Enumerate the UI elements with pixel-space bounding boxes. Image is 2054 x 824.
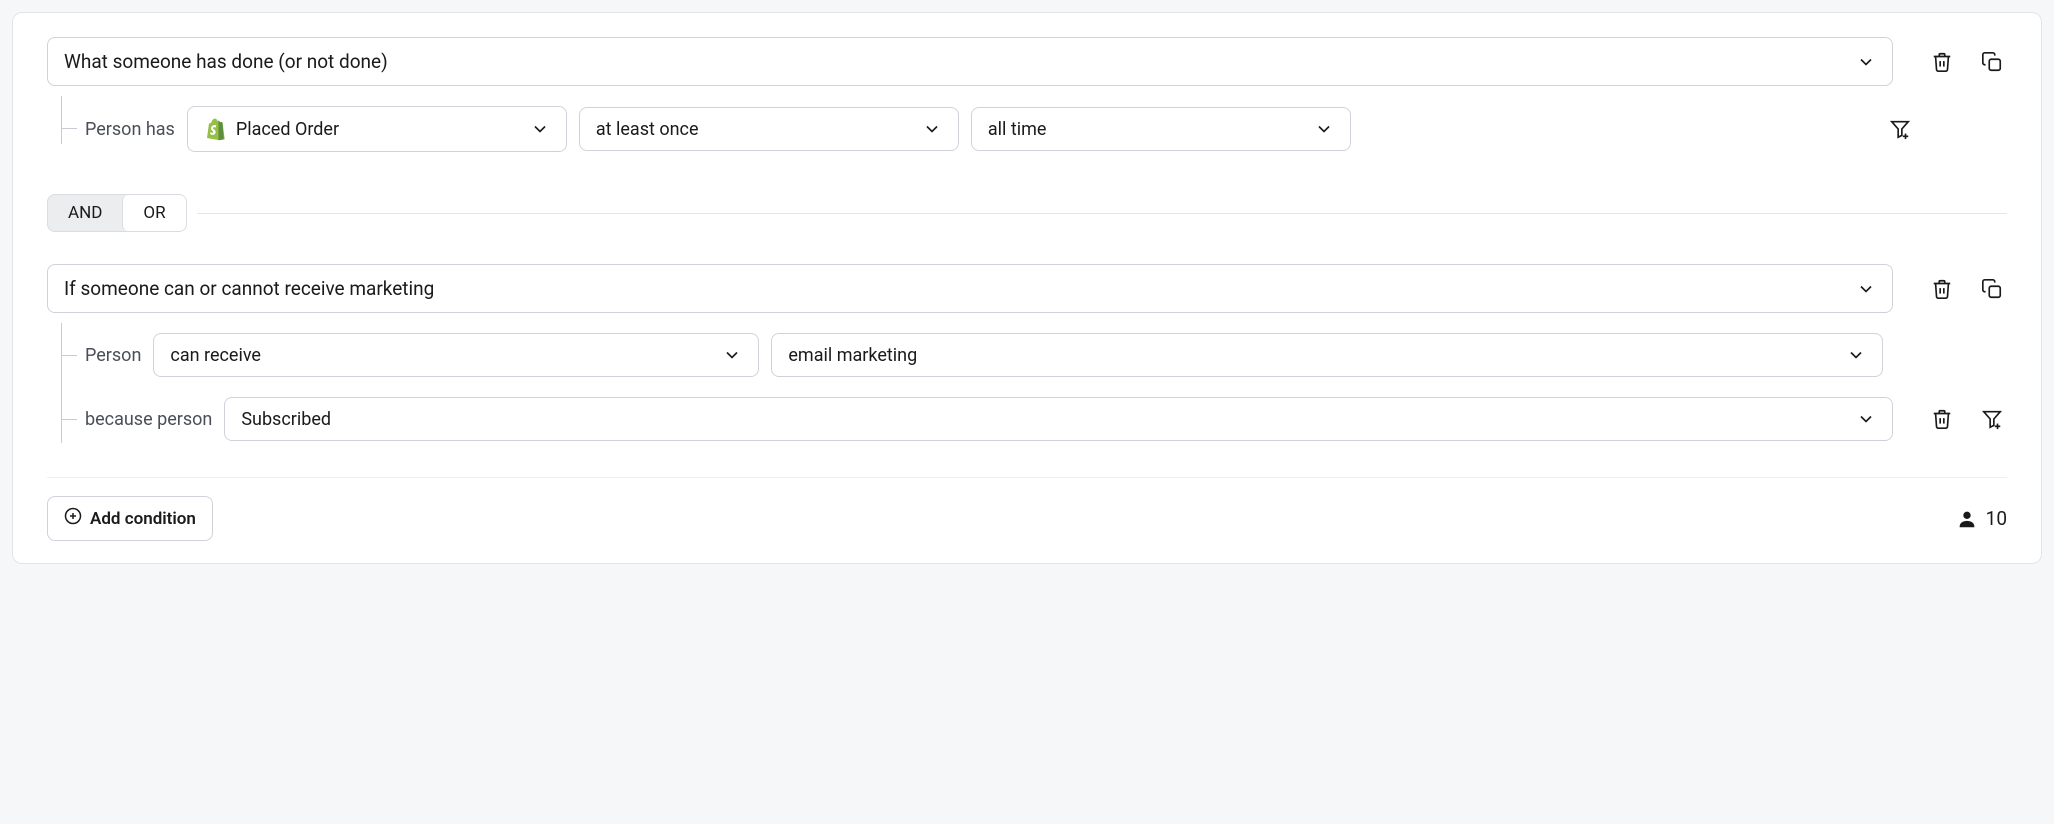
reason-select[interactable]: Subscribed — [224, 397, 1893, 441]
condition-type-select[interactable]: If someone can or cannot receive marketi… — [47, 264, 1893, 313]
plus-circle-icon — [64, 507, 82, 530]
channel-value: email marketing — [788, 345, 917, 366]
condition-type-label: If someone can or cannot receive marketi… — [64, 277, 434, 300]
add-condition-label: Add condition — [90, 509, 196, 529]
person-icon — [1956, 508, 1978, 530]
can-receive-select[interactable]: can receive — [153, 333, 759, 377]
duplicate-condition-button[interactable] — [1977, 274, 2007, 304]
divider — [197, 213, 2007, 214]
footer-row: Add condition 10 — [47, 477, 2007, 541]
logic-and-button[interactable]: AND — [48, 195, 122, 231]
chevron-down-icon — [1856, 52, 1876, 72]
logic-operator-row: AND OR — [47, 194, 2007, 232]
chevron-down-icon — [530, 119, 550, 139]
segment-builder-panel: What someone has done (or not done) Pers… — [12, 12, 2042, 564]
condition-2-actions — [1927, 274, 2007, 304]
reason-row-actions — [1927, 404, 2007, 434]
event-value: Placed Order — [236, 119, 339, 140]
logic-operator-toggle: AND OR — [47, 194, 187, 232]
delete-condition-button[interactable] — [1927, 274, 1957, 304]
delete-condition-button[interactable] — [1927, 47, 1957, 77]
timeframe-select[interactable]: all time — [971, 107, 1351, 151]
chevron-down-icon — [1856, 409, 1876, 429]
delete-filter-button[interactable] — [1927, 404, 1957, 434]
logic-or-button[interactable]: OR — [122, 195, 185, 231]
reason-value: Subscribed — [241, 409, 331, 430]
condition-2-header: If someone can or cannot receive marketi… — [47, 264, 2007, 313]
because-person-label: because person — [85, 409, 212, 430]
person-label: Person — [85, 345, 141, 366]
condition-2-body-row2: because person Subscribed — [47, 397, 2007, 441]
chevron-down-icon — [722, 345, 742, 365]
shopify-icon — [204, 117, 228, 141]
person-has-label: Person has — [85, 119, 175, 140]
condition-type-label: What someone has done (or not done) — [64, 50, 388, 73]
frequency-value: at least once — [596, 119, 699, 140]
add-condition-button[interactable]: Add condition — [47, 496, 213, 541]
profile-count-value: 10 — [1986, 507, 2007, 530]
add-filter-button[interactable] — [1977, 404, 2007, 434]
condition-1-body: Person has Placed Order at least once al… — [47, 106, 2007, 152]
timeframe-value: all time — [988, 119, 1047, 140]
chevron-down-icon — [1846, 345, 1866, 365]
condition-1-header: What someone has done (or not done) — [47, 37, 2007, 86]
condition-type-select[interactable]: What someone has done (or not done) — [47, 37, 1893, 86]
condition-1-actions — [1927, 47, 2007, 77]
profile-count: 10 — [1956, 507, 2007, 530]
channel-select[interactable]: email marketing — [771, 333, 1883, 377]
chevron-down-icon — [1856, 279, 1876, 299]
duplicate-condition-button[interactable] — [1977, 47, 2007, 77]
frequency-select[interactable]: at least once — [579, 107, 959, 151]
can-receive-value: can receive — [170, 345, 261, 366]
condition-2-body-row1: Person can receive email marketing — [47, 333, 2007, 377]
chevron-down-icon — [922, 119, 942, 139]
add-filter-button[interactable] — [1885, 114, 1915, 144]
event-select[interactable]: Placed Order — [187, 106, 567, 152]
chevron-down-icon — [1314, 119, 1334, 139]
